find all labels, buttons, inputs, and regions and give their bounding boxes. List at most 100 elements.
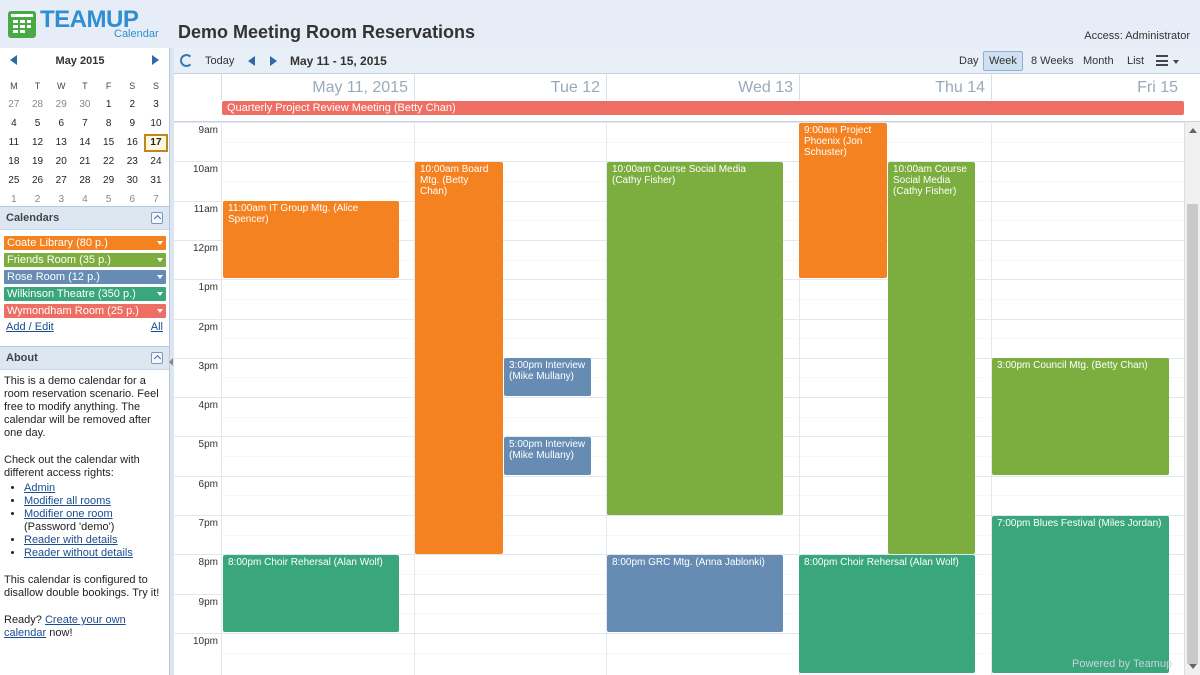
mini-day[interactable]: 8 [97,118,121,129]
mini-day[interactable]: 4 [73,194,97,205]
event-course-social-media[interactable]: 10:00am Course Social Media (Cathy Fishe… [607,162,783,515]
mini-day[interactable]: 9 [120,118,144,129]
event-blues-festival[interactable]: 7:00pm Blues Festival (Miles Jordan) [992,516,1169,673]
calendar-item-wymondham-room[interactable]: Wymondham Room (25 p.) [4,304,166,318]
mini-day[interactable]: 27 [2,99,26,110]
view-day-button[interactable]: Day [953,51,985,71]
event-it-group[interactable]: 11:00am IT Group Mtg. (Alice Spencer) [223,201,399,278]
powered-by-link[interactable]: Powered by Teamup [1072,658,1172,670]
mini-day[interactable]: 30 [73,99,97,110]
day-header[interactable]: May 11, 2015 [221,74,414,100]
modifier-all-rooms-link[interactable]: Modifier all rooms [24,495,111,507]
collapse-icon[interactable] [151,212,163,224]
mini-day[interactable]: 6 [49,118,73,129]
mini-day[interactable]: 3 [144,99,168,110]
all-day-event[interactable]: Quarterly Project Review Meeting (Betty … [222,101,1184,115]
mini-day[interactable]: 2 [26,194,50,205]
dropdown-icon[interactable] [157,309,163,313]
event-interview[interactable]: 5:00pm Interview (Mike Mullany) [504,437,591,475]
event-interview[interactable]: 3:00pm Interview (Mike Mullany) [504,358,591,396]
mini-day[interactable]: 25 [2,175,26,186]
mini-day[interactable]: 20 [49,156,73,167]
day-header[interactable]: Fri 15 [991,74,1184,100]
calendar-item-wilkinson-theatre[interactable]: Wilkinson Theatre (350 p.) [4,287,166,301]
mini-day[interactable]: 1 [97,99,121,110]
mini-day[interactable]: 22 [97,156,121,167]
day-header[interactable]: Thu 14 [799,74,991,100]
calendar-item-friends-room[interactable]: Friends Room (35 p.) [4,253,166,267]
scroll-down-icon[interactable] [1189,664,1197,669]
mini-day[interactable]: 16 [120,137,144,148]
scrollbar-thumb[interactable] [1187,204,1198,664]
mini-day[interactable]: 14 [73,137,97,148]
mini-day[interactable]: 21 [73,156,97,167]
mini-day[interactable]: 19 [26,156,50,167]
dropdown-icon[interactable] [157,258,163,262]
mini-day[interactable]: 28 [26,99,50,110]
modifier-one-room-link[interactable]: Modifier one room [24,508,113,520]
hour-label: 3pm [198,360,218,372]
mini-day[interactable]: 10 [144,118,168,129]
event-council-meeting[interactable]: 3:00pm Council Mtg. (Betty Chan) [992,358,1169,475]
today-button[interactable]: Today [205,55,234,67]
mini-day[interactable]: 5 [97,194,121,205]
event-project-phoenix[interactable]: 9:00am Project Phoenix (Jon Schuster) [799,123,887,278]
refresh-icon[interactable] [180,54,193,67]
mini-day[interactable]: 4 [2,118,26,129]
event-text: 11:00am IT Group Mtg. (Alice Spencer) [228,203,359,225]
mini-day[interactable]: 15 [97,137,121,148]
hamburger-menu-icon[interactable] [1156,55,1168,66]
mini-day[interactable]: 2 [120,99,144,110]
next-week-icon[interactable] [270,56,277,66]
dropdown-icon[interactable] [157,275,163,279]
event-choir-rehearsal[interactable]: 8:00pm Choir Rehersal (Alan Wolf) [223,555,399,632]
add-edit-calendars-link[interactable]: Add / Edit [6,321,54,333]
mini-day[interactable]: 7 [73,118,97,129]
mini-day[interactable]: 18 [2,156,26,167]
day-header[interactable]: Wed 13 [606,74,799,100]
mini-day[interactable]: 26 [26,175,50,186]
chevron-down-icon[interactable] [1173,60,1179,64]
event-course-social-media[interactable]: 10:00am Course Social Media (Cathy Fishe… [888,162,975,554]
view-list-button[interactable]: List [1121,51,1150,71]
teamup-logo[interactable]: TEAMUP Calendar [6,6,166,44]
reader-without-details-link[interactable]: Reader without details [24,547,133,559]
mini-day[interactable]: 24 [144,156,168,167]
event-grc-meeting[interactable]: 8:00pm GRC Mtg. (Anna Jablonki) [607,555,783,632]
calendar-item-coate-library[interactable]: Coate Library (80 p.) [4,236,166,250]
day-column[interactable] [221,122,222,675]
mini-day[interactable]: 28 [73,175,97,186]
dropdown-icon[interactable] [157,241,163,245]
next-month-icon[interactable] [152,55,159,65]
mini-day[interactable]: 1 [2,194,26,205]
view-week-button[interactable]: Week [983,51,1023,71]
mini-day[interactable]: 13 [49,137,73,148]
reader-with-details-link[interactable]: Reader with details [24,534,118,546]
mini-day[interactable]: 29 [97,175,121,186]
mini-day[interactable]: 6 [120,194,144,205]
mini-day[interactable]: 11 [2,137,26,148]
day-header[interactable]: Tue 12 [414,74,606,100]
all-calendars-link[interactable]: All [151,321,163,333]
mini-day[interactable]: 23 [120,156,144,167]
event-board-meeting[interactable]: 10:00am Board Mtg. (Betty Chan) [415,162,503,554]
mini-day[interactable]: 31 [144,175,168,186]
calendar-item-rose-room[interactable]: Rose Room (12 p.) [4,270,166,284]
mini-day[interactable]: 3 [49,194,73,205]
grid-scrollbar[interactable] [1184,122,1200,675]
mini-day[interactable]: 5 [26,118,50,129]
mini-day[interactable]: 12 [26,137,50,148]
admin-link[interactable]: Admin [24,482,55,494]
view-month-button[interactable]: Month [1077,51,1120,71]
dropdown-icon[interactable] [157,292,163,296]
event-choir-rehearsal[interactable]: 8:00pm Choir Rehersal (Alan Wolf) [799,555,975,673]
mini-day[interactable]: 30 [120,175,144,186]
mini-day[interactable]: 7 [144,194,168,205]
mini-day[interactable]: 29 [49,99,73,110]
mini-day-today[interactable]: 17 [144,133,168,152]
collapse-icon[interactable] [151,352,163,364]
view-8-weeks-button[interactable]: 8 Weeks [1025,51,1080,71]
scroll-up-icon[interactable] [1189,128,1197,133]
prev-week-icon[interactable] [248,56,255,66]
mini-day[interactable]: 27 [49,175,73,186]
